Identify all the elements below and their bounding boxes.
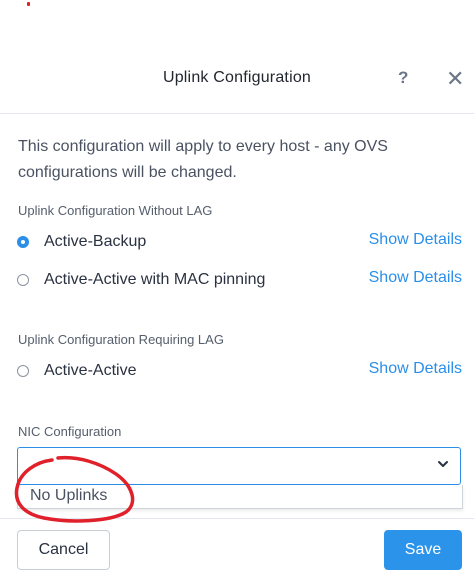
radio-label: Active-Active xyxy=(44,362,137,379)
header-divider xyxy=(0,113,474,114)
help-icon[interactable]: ? xyxy=(398,68,416,90)
chevron-down-icon[interactable] xyxy=(436,457,450,471)
radio-button[interactable] xyxy=(17,274,29,286)
radio-label: Active-Active with MAC pinning xyxy=(44,271,266,288)
red-marker-dot xyxy=(27,2,30,6)
section-label-nic-configuration: NIC Configuration xyxy=(18,424,122,439)
radio-option-active-backup[interactable]: Active-Backup Show Details xyxy=(17,230,462,254)
section-label-without-lag: Uplink Configuration Without LAG xyxy=(18,203,213,218)
show-details-link[interactable]: Show Details xyxy=(369,231,462,249)
radio-label: Active-Backup xyxy=(44,233,147,250)
uplink-configuration-dialog: Uplink Configuration ? ✕ This configurat… xyxy=(0,0,474,579)
section-label-requiring-lag: Uplink Configuration Requiring LAG xyxy=(18,332,224,347)
description-text: This configuration will apply to every h… xyxy=(18,138,388,181)
radio-button-checked[interactable] xyxy=(17,236,29,248)
nic-configuration-select[interactable] xyxy=(17,447,461,485)
close-icon[interactable]: ✕ xyxy=(446,66,468,92)
show-details-link[interactable]: Show Details xyxy=(369,269,462,287)
dropdown-option-no-uplinks[interactable]: No Uplinks xyxy=(30,487,107,505)
radio-option-active-active[interactable]: Active-Active Show Details xyxy=(17,359,462,383)
show-details-link[interactable]: Show Details xyxy=(369,360,462,378)
cancel-button[interactable]: Cancel xyxy=(17,530,110,570)
footer-divider xyxy=(0,518,474,519)
nic-configuration-dropdown-list: No Uplinks xyxy=(17,485,463,509)
radio-button[interactable] xyxy=(17,365,29,377)
radio-option-active-active-mac-pinning[interactable]: Active-Active with MAC pinning Show Deta… xyxy=(17,268,462,292)
save-button[interactable]: Save xyxy=(384,530,462,570)
